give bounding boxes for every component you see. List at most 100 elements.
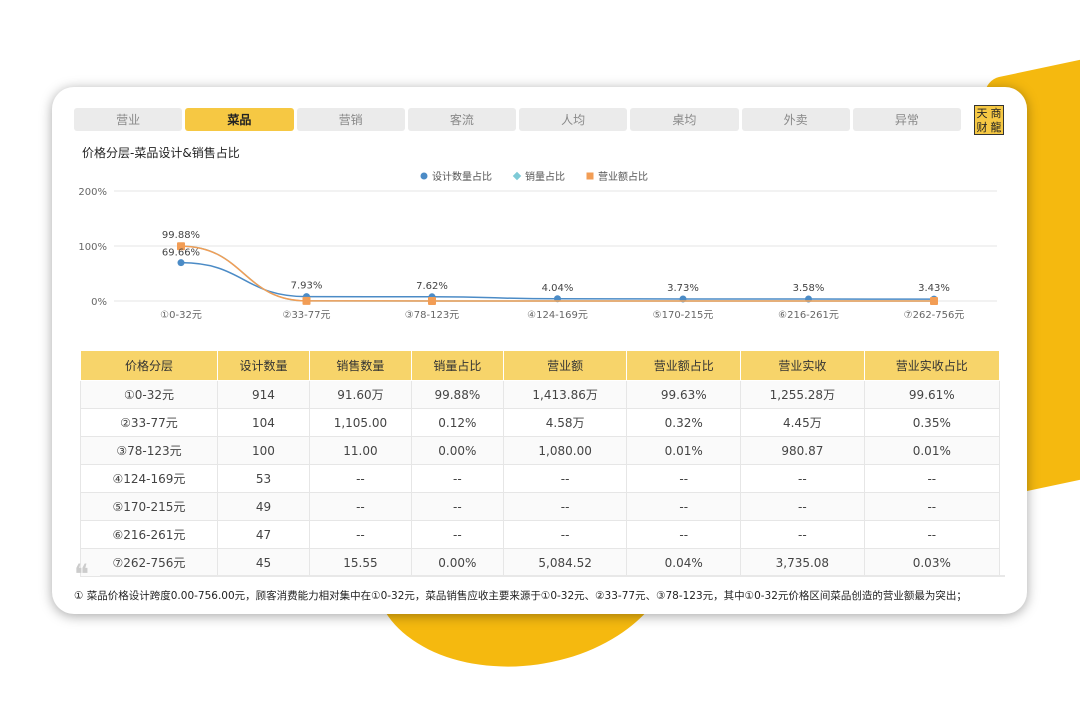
table-cell: -- (502, 464, 628, 493)
data-label: 4.04% (542, 283, 574, 294)
table-cell: 0.01% (626, 436, 742, 465)
table-cell: -- (410, 520, 504, 549)
data-label: 3.73% (667, 283, 699, 294)
report-card: 营业 菜品 营销 客流 人均 桌均 外卖 异常 天商 财龍 价格分层-菜品设计&… (52, 87, 1027, 614)
section-title: 价格分层-菜品设计&销售占比 (82, 146, 240, 160)
table-cell: -- (740, 464, 865, 493)
table-row: ③78-123元 100 11.00 0.00% 1,080.00 0.01% 980.87… (80, 436, 1001, 465)
tab-takeout[interactable]: 外卖 (741, 108, 850, 131)
table-cell: 1,255.28万 (740, 380, 865, 409)
x-tick-label: ⑥216-261元 (778, 310, 839, 321)
legend-marker (512, 171, 522, 181)
table-cell: 0.00% (410, 436, 504, 465)
table-cell: 91.60万 (309, 380, 412, 409)
legend-marker (420, 172, 428, 180)
table-cell: 99.88% (410, 380, 504, 409)
data-point (302, 296, 311, 305)
tab-operations[interactable]: 营业 (74, 108, 183, 131)
table-cell: -- (863, 492, 1001, 521)
x-tick-label: ③78-123元 (405, 310, 459, 321)
column-header: 营业额占比 (626, 350, 742, 381)
tab-dishes[interactable]: 菜品 (185, 108, 294, 131)
table-row: ④124-169元 53 -- -- -- -- -- -- (80, 464, 1001, 493)
tab-anomaly[interactable]: 异常 (852, 108, 961, 131)
table-cell: -- (502, 520, 628, 549)
table-cell: 49 (216, 492, 311, 521)
table-cell: 15.55 (309, 548, 412, 577)
table-cell: -- (863, 520, 1001, 549)
table-row: ⑦262-756元 45 15.55 0.00% 5,084.52 0.04% 3,735.… (80, 548, 1001, 577)
brand-logo: 天商 财龍 (974, 105, 1004, 135)
analysis-note: ① 菜品价格设计跨度0.00-756.00元，顾客消费能力相对集中在①0-32元… (74, 590, 967, 602)
data-label: 3.58% (793, 283, 825, 294)
table-cell: 0.32% (626, 408, 742, 437)
legend-label: 销量占比 (525, 170, 565, 183)
column-header: 销量占比 (410, 350, 504, 381)
table-cell: 0.01% (863, 436, 1001, 465)
data-label: 69.66% (162, 248, 200, 259)
legend-label: 营业额占比 (598, 170, 648, 183)
table-body: ①0-32元 914 91.60万 99.88% 1,413.86万 99.63% 1,25… (80, 380, 1001, 577)
table-cell: 4.58万 (502, 408, 628, 437)
column-header: 销售数量 (309, 350, 412, 381)
table-row: ⑤170-215元 49 -- -- -- -- -- -- (80, 492, 1001, 521)
table-cell: 4.45万 (740, 408, 865, 437)
data-point (177, 259, 185, 267)
table-cell: 0.03% (863, 548, 1001, 577)
table-cell: 104 (216, 408, 311, 437)
table-cell: ③78-123元 (80, 436, 218, 465)
price-tier-line-chart: 200% 100% 0% ①0-32元 ②33-77元 ③78-123元 ④124-169元… (78, 170, 997, 321)
table-cell: 53 (216, 464, 311, 493)
table-cell: ⑥216-261元 (80, 520, 218, 549)
table-row: ⑥216-261元 47 -- -- -- -- -- -- (80, 520, 1001, 549)
table-cell: 47 (216, 520, 311, 549)
table-cell: ②33-77元 (80, 408, 218, 437)
table-cell: ①0-32元 (80, 380, 218, 409)
tab-per-table[interactable]: 桌均 (630, 108, 739, 131)
table-row: ①0-32元 914 91.60万 99.88% 1,413.86万 99.63% 1,25… (80, 380, 1001, 409)
table-cell: -- (740, 492, 865, 521)
y-tick-label: 100% (78, 242, 107, 253)
table-cell: 1,105.00 (309, 408, 412, 437)
column-header: 营业额 (502, 350, 628, 381)
tab-customer-flow[interactable]: 客流 (407, 108, 516, 131)
y-tick-label: 0% (91, 297, 107, 308)
tab-marketing[interactable]: 营销 (296, 108, 405, 131)
tab-per-capita[interactable]: 人均 (519, 108, 628, 131)
table-cell: 0.35% (863, 408, 1001, 437)
data-label: 7.62% (416, 281, 448, 292)
column-header: 营业实收占比 (863, 350, 1001, 381)
table-cell: 1,080.00 (502, 436, 628, 465)
table-cell: ⑤170-215元 (80, 492, 218, 521)
table-cell: -- (309, 464, 412, 493)
table-cell: 0.12% (410, 408, 504, 437)
table-cell: 11.00 (309, 436, 412, 465)
table-row: ②33-77元 104 1,105.00 0.12% 4.58万 0.32% 4.45万 0.… (80, 408, 1001, 437)
table-cell: 99.63% (626, 380, 742, 409)
data-label: 7.93% (291, 281, 323, 292)
tab-bar: 营业 菜品 营销 客流 人均 桌均 外卖 异常 (74, 108, 961, 131)
column-header: 营业实收 (740, 350, 865, 381)
table-cell: 980.87 (740, 436, 865, 465)
table-cell: -- (626, 492, 742, 521)
table-cell: -- (626, 464, 742, 493)
table-cell: -- (410, 464, 504, 493)
table-header-row: 价格分层 设计数量 销售数量 销量占比 营业额 营业额占比 营业实收 营业实收占比 (80, 350, 1001, 381)
legend-marker (586, 172, 594, 180)
y-tick-label: 200% (78, 187, 107, 198)
table-cell: ④124-169元 (80, 464, 218, 493)
column-header: 价格分层 (80, 350, 218, 381)
divider (100, 575, 1005, 577)
table-cell: -- (740, 520, 865, 549)
table-cell: 0.04% (626, 548, 742, 577)
table-cell: 99.61% (863, 380, 1001, 409)
data-point (428, 296, 436, 305)
table-cell: 5,084.52 (502, 548, 628, 577)
table-cell: 100 (216, 436, 311, 465)
table-cell: 1,413.86万 (502, 380, 628, 409)
data-label: 99.88% (162, 230, 200, 241)
table-cell: -- (309, 520, 412, 549)
table-cell: 45 (216, 548, 311, 577)
table-cell: -- (410, 492, 504, 521)
table-cell: -- (502, 492, 628, 521)
